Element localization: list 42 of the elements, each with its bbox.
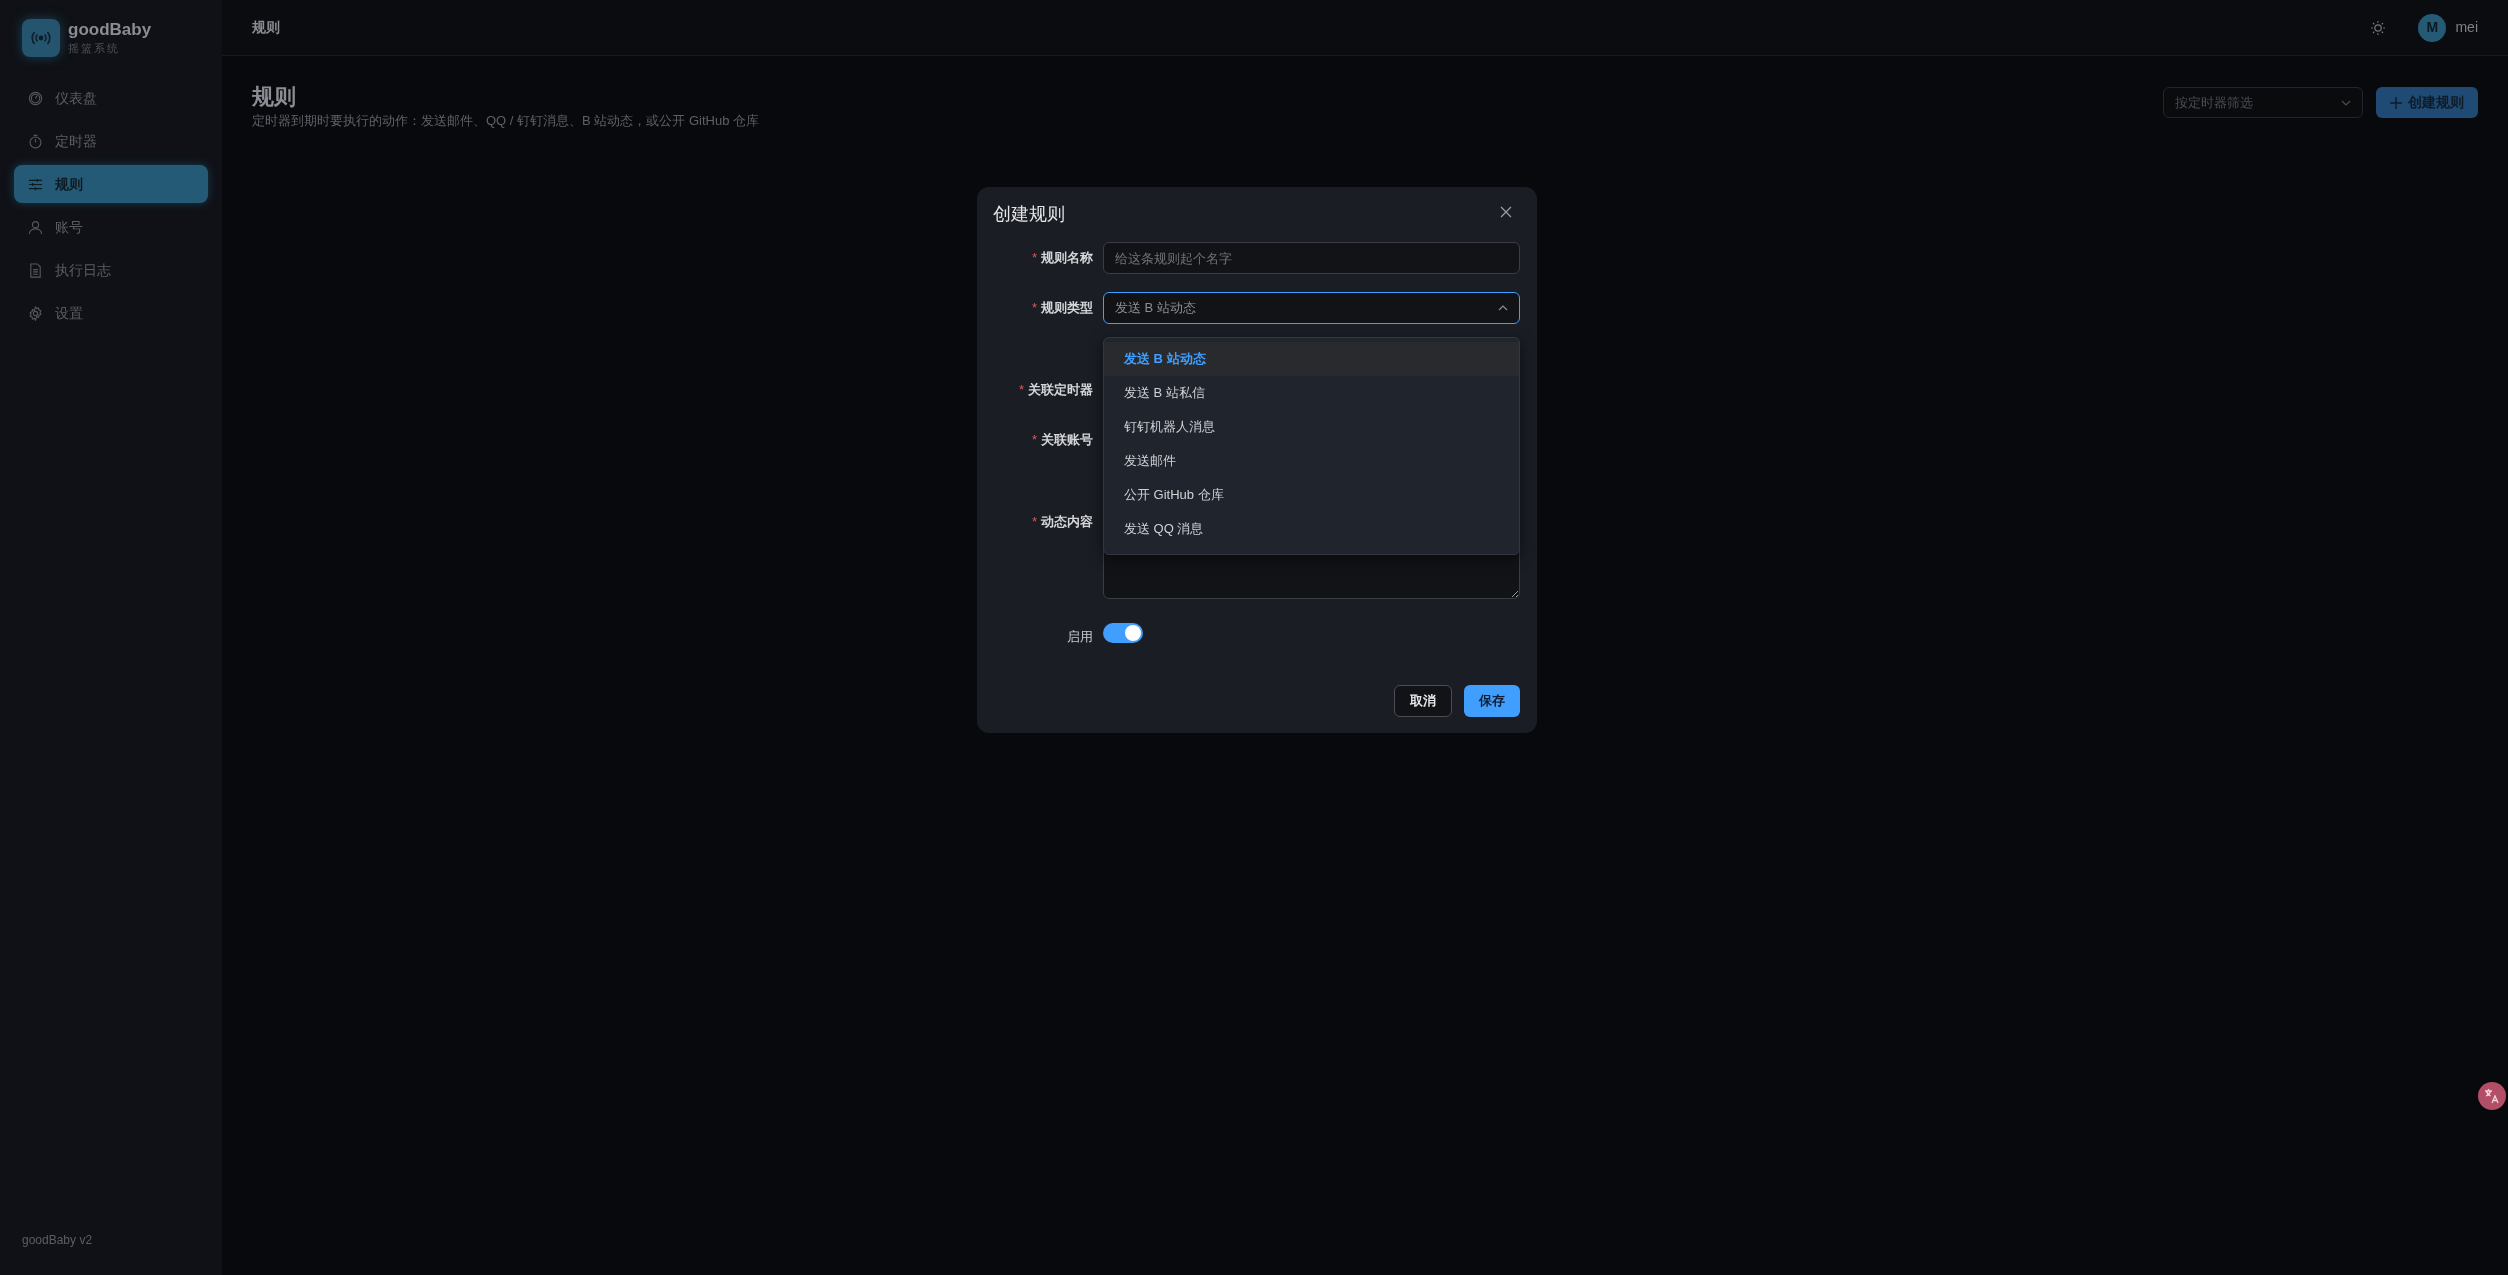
- sidebar-item[interactable]: 执行日志: [14, 251, 208, 289]
- chevron-down-icon: [2341, 99, 2351, 106]
- cancel-button[interactable]: 取消: [1394, 685, 1452, 717]
- page-title: 规则: [252, 83, 297, 111]
- version-label: goodBaby v2: [21, 1232, 94, 1249]
- rule-type-select[interactable]: 发送 B 站动态: [1103, 292, 1520, 324]
- dropdown-option[interactable]: 发送 B 站私信: [1104, 376, 1519, 410]
- dropdown-option[interactable]: 发送 QQ 消息: [1104, 512, 1519, 546]
- rule-name-field[interactable]: 给这条规则起个名字: [1103, 242, 1520, 274]
- stopwatch-icon: [28, 133, 43, 149]
- dropdown-option[interactable]: 发送邮件: [1104, 444, 1519, 478]
- field-label: * 动态内容: [1030, 513, 1093, 532]
- sidebar-item[interactable]: 定时器: [14, 122, 208, 160]
- sliders-icon: [28, 176, 43, 192]
- enable-toggle[interactable]: [1103, 623, 1143, 643]
- field-label: 启用: [1066, 628, 1093, 647]
- app-name: goodBaby: [68, 20, 152, 40]
- save-button[interactable]: 保存: [1464, 685, 1520, 717]
- dropdown-option[interactable]: 钉钉机器人消息: [1104, 410, 1519, 444]
- sidebar-item[interactable]: 账号: [14, 208, 208, 246]
- plus-icon: [2390, 96, 2402, 109]
- user-name[interactable]: mei: [2455, 17, 2478, 38]
- chevron-up-icon: [1498, 305, 1508, 311]
- dropdown-option[interactable]: 发送 B 站动态: [1104, 342, 1519, 376]
- breadcrumb: 规则: [252, 18, 280, 37]
- field-label: * 关联定时器: [1017, 381, 1093, 400]
- field-label: * 规则名称: [1030, 249, 1093, 268]
- page-description: 定时器到期时要执行的动作：发送邮件、QQ / 钉钉消息、B 站动态，或公开 GitHub 仓库: [252, 112, 760, 130]
- field-label: * 规则类型: [1030, 299, 1093, 318]
- app-subtitle: 摇篮系统: [68, 41, 121, 56]
- sidebar-item[interactable]: 设置: [14, 294, 208, 332]
- gear-icon: [28, 305, 43, 321]
- logo-icon: [22, 19, 60, 57]
- dialog-title: 创建规则: [993, 203, 1066, 226]
- gauge-icon: [28, 90, 43, 106]
- sidebar-item[interactable]: 仪表盘: [14, 79, 208, 117]
- translate-icon[interactable]: [2478, 1082, 2506, 1110]
- field-label: * 关联账号: [1030, 431, 1093, 450]
- document-icon: [28, 262, 43, 278]
- close-icon[interactable]: [1499, 204, 1513, 219]
- dropdown-option[interactable]: 公开 GitHub 仓库: [1104, 478, 1519, 512]
- person-icon: [28, 219, 43, 235]
